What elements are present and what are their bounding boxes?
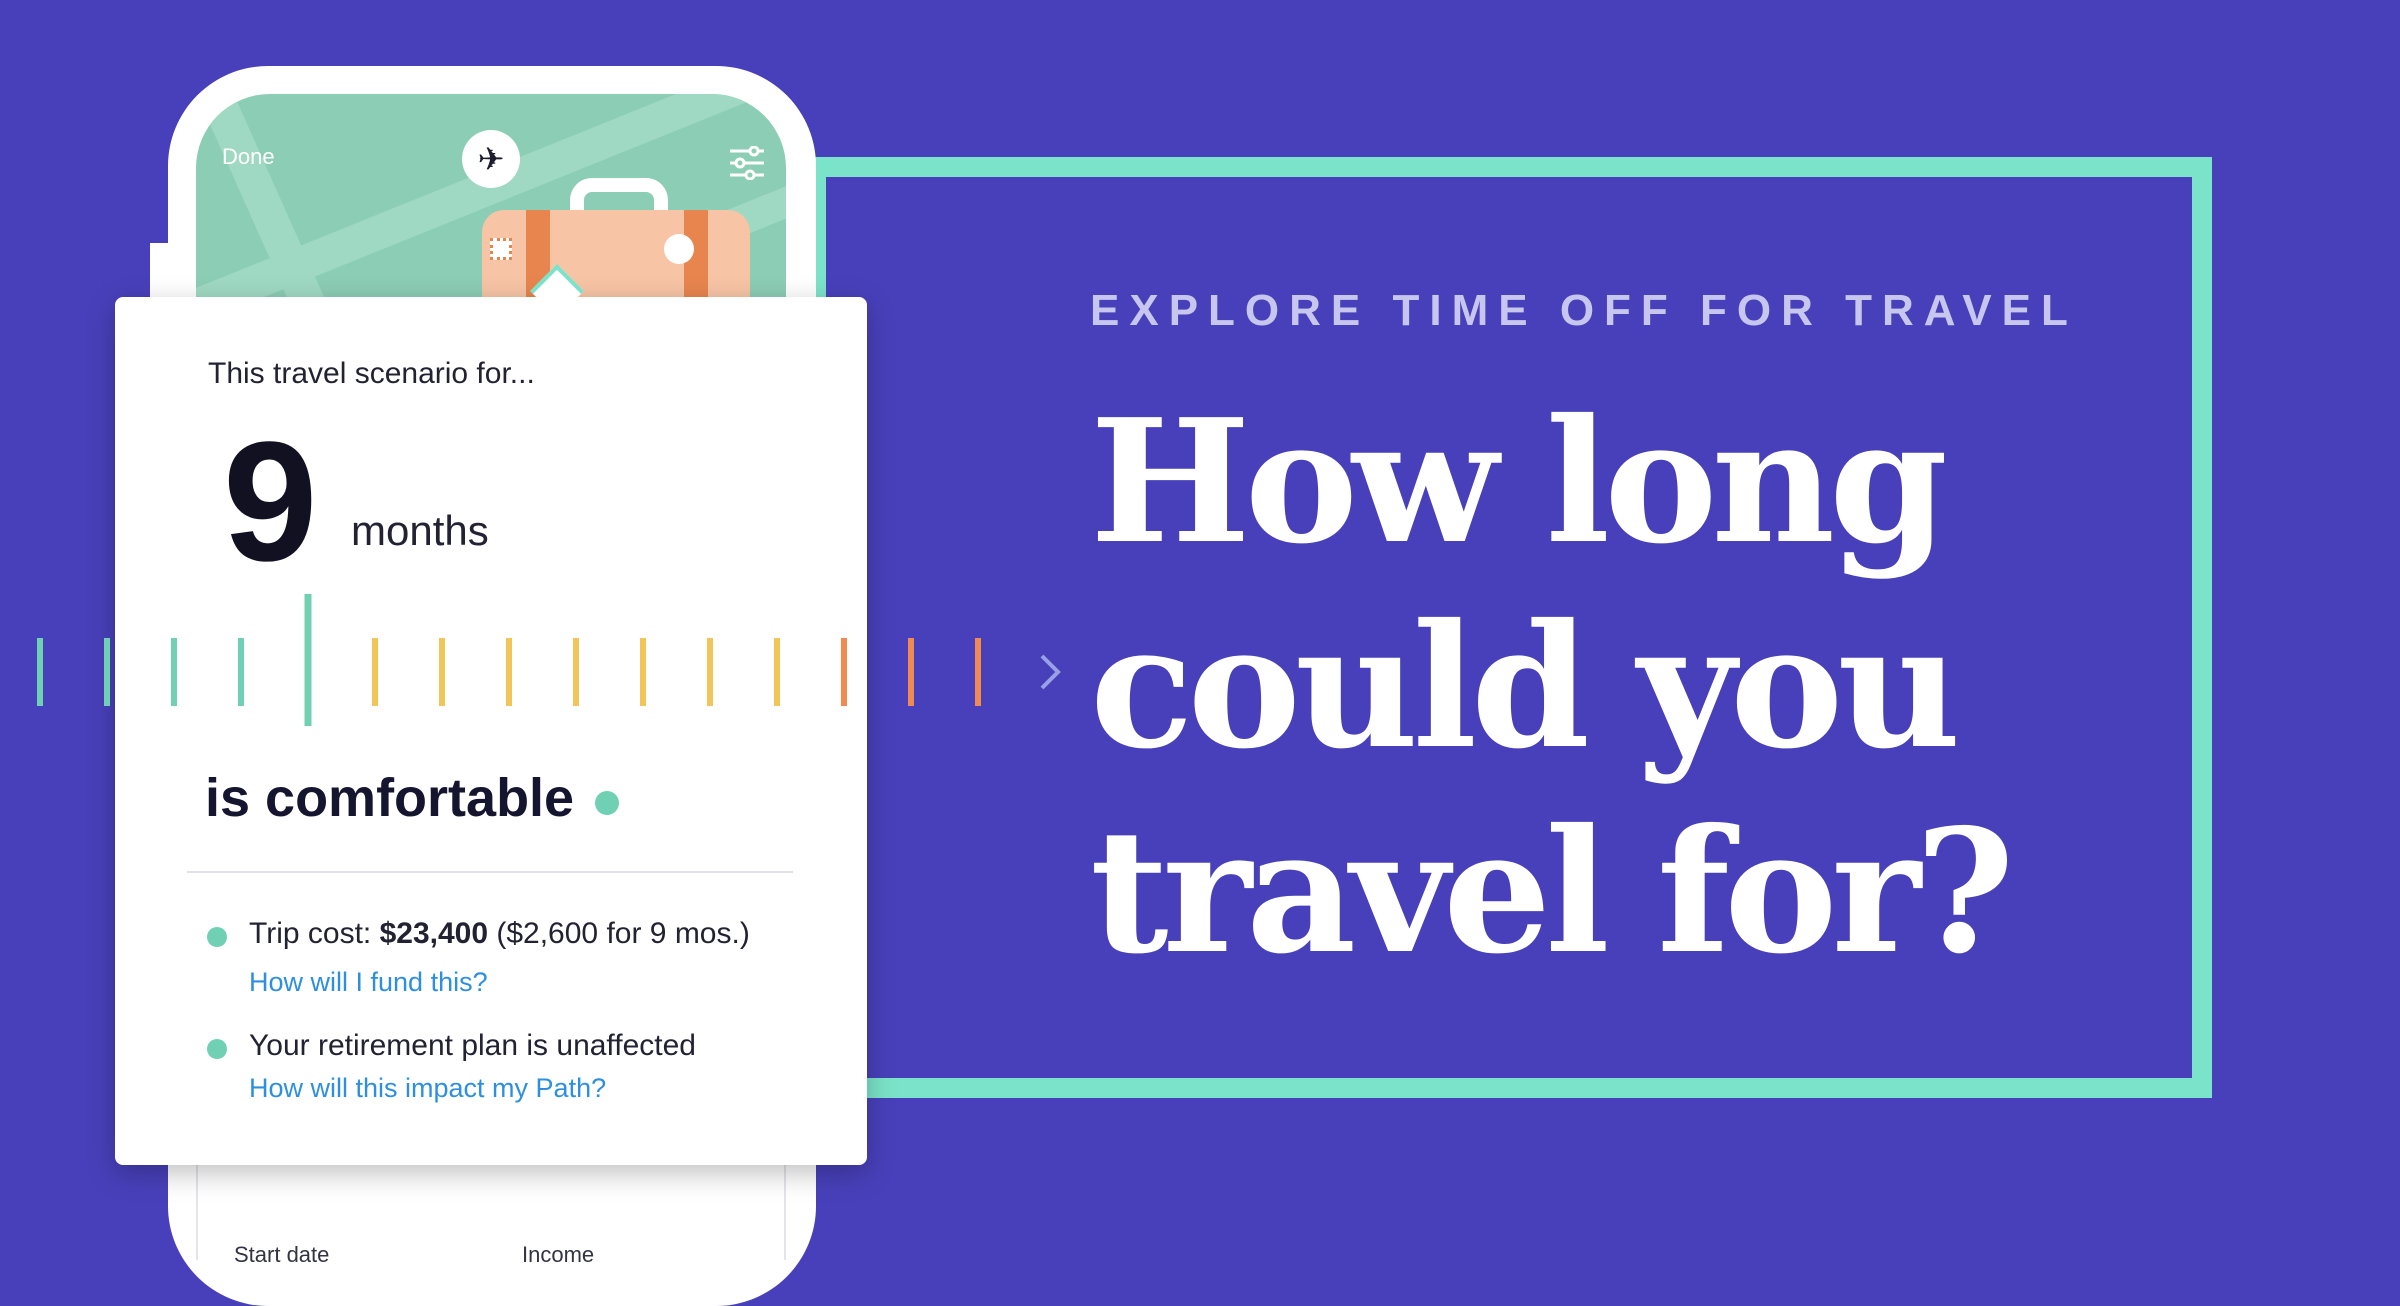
scenario-card: This travel scenario for... 9 months is … [115, 297, 867, 1165]
fund-link[interactable]: How will I fund this? [249, 967, 488, 998]
suitcase-tag [490, 238, 512, 260]
trip-cost-label: Trip cost: [249, 917, 380, 950]
income-label: Income [522, 1242, 595, 1267]
eyebrow-text: EXPLORE TIME OFF FOR TRAVEL [1090, 286, 2078, 335]
phone-form-peek: Start date Income [196, 1150, 786, 1267]
airplane-icon[interactable]: ✈ [462, 130, 520, 188]
status-dot [595, 791, 619, 815]
status-text: is comfortable [205, 768, 575, 828]
retirement-text: Your retirement plan is unaffected [249, 1029, 696, 1062]
divider [187, 871, 793, 873]
suitcase-sticker [664, 234, 694, 264]
bullet-dot [207, 927, 227, 947]
headline-line-2: could you [1090, 587, 1961, 787]
bullet-dot [207, 1039, 227, 1059]
trip-cost-detail: ($2,600 for 9 mos.) [488, 917, 750, 950]
headline: How long could you travel for? [1090, 380, 2190, 995]
done-button[interactable]: Done [222, 144, 275, 170]
headline-line-3: travel for? [1090, 792, 2015, 992]
trip-header: Done ✈ [196, 94, 786, 314]
trip-cost-value: $23,400 [379, 917, 489, 950]
impact-link[interactable]: How will this impact my Path? [249, 1073, 606, 1104]
sliders-icon[interactable] [728, 146, 766, 180]
card-subtitle: This travel scenario for... [208, 357, 535, 390]
start-date-label: Start date [234, 1242, 330, 1267]
duration-unit: months [351, 507, 489, 554]
trip-cost-line: Trip cost: $23,400 ($2,600 for 9 mos.) [249, 917, 750, 951]
headline-line-1: How long [1090, 382, 1948, 582]
duration-value: 9 [223, 407, 318, 597]
